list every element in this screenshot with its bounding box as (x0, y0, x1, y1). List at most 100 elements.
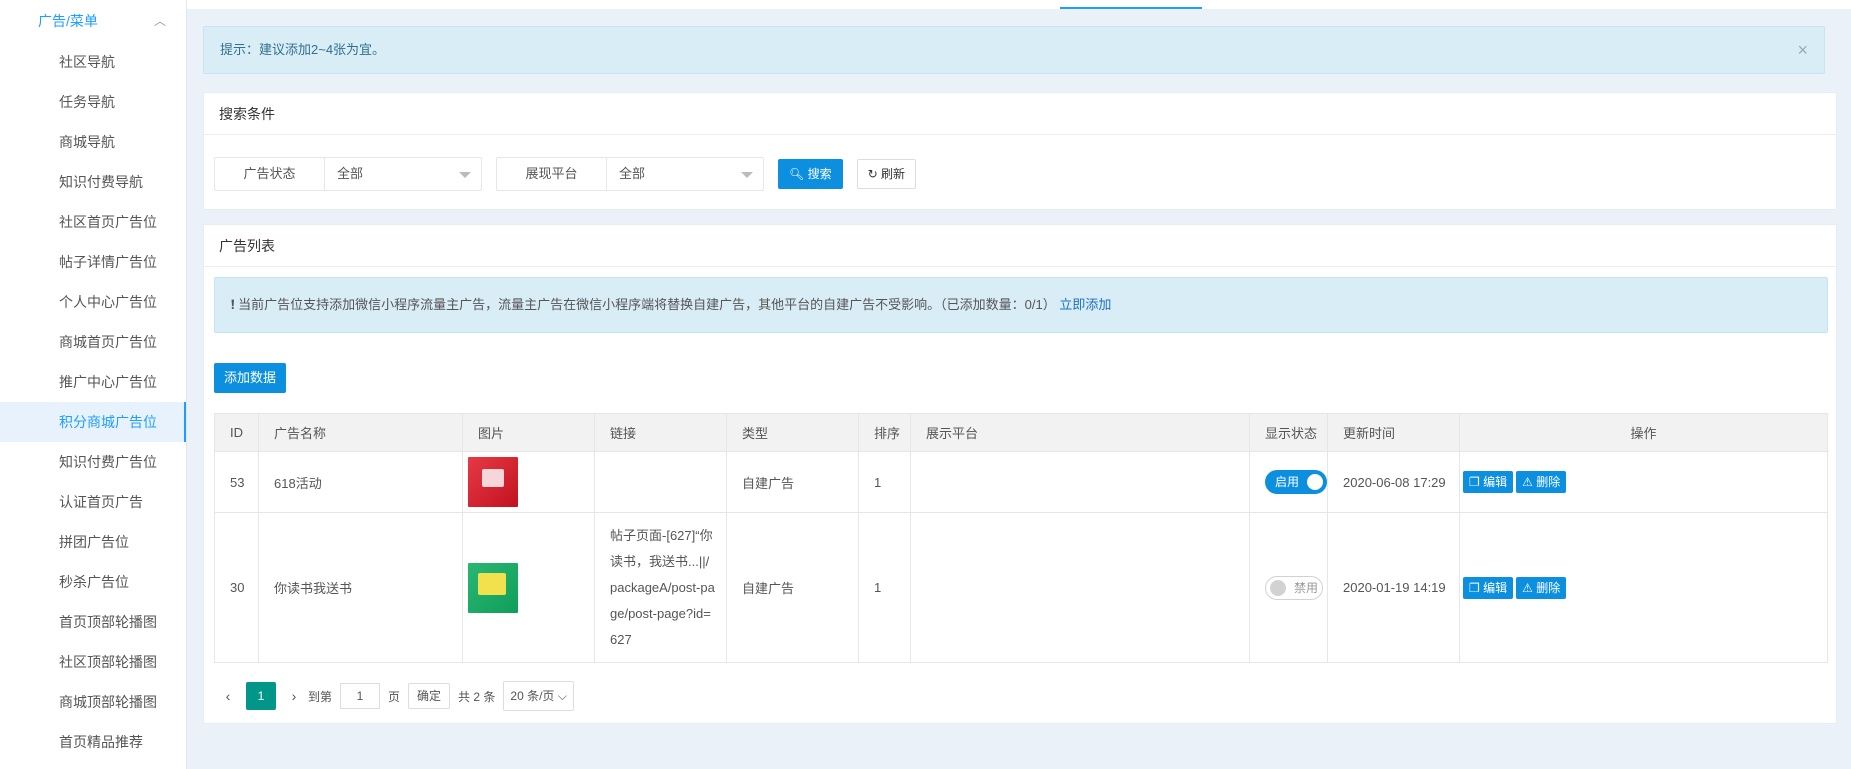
delete-button-label: 删除 (1536, 475, 1561, 489)
sidebar-item-home-carousel[interactable]: 首页顶部轮播图 (0, 602, 186, 642)
cell-platform (910, 512, 1250, 663)
cell-actions: ❐ 编辑 ⚠︎ 删除 (1459, 451, 1828, 513)
sidebar-item-mall-nav[interactable]: 商城导航 (0, 122, 186, 162)
goto-confirm-button[interactable]: 确定 (408, 683, 451, 709)
sidebar-item-personal-center-ad[interactable]: 个人中心广告位 (0, 282, 186, 322)
sidebar-item-community-nav[interactable]: 社区导航 (0, 42, 186, 82)
sidebar-group-ads-menu[interactable]: 广告/菜单 ︿ (0, 0, 186, 42)
sidebar-item-mall-home-ad[interactable]: 商城首页广告位 (0, 322, 186, 362)
copy-icon: ❐ (1469, 475, 1480, 489)
search-row: 广告状态 全部 展现平台 全部 🔍︎ 搜索 ↻ 刷新 (214, 157, 917, 193)
refresh-icon: ↻ (867, 167, 878, 181)
cell-status: 启用 (1249, 451, 1328, 513)
sidebar-item-mall-carousel[interactable]: 商城顶部轮播图 (0, 682, 186, 722)
cell-status: 禁用 (1249, 512, 1328, 663)
chevron-left-icon[interactable]: ‹ (214, 688, 242, 704)
edit-button-label: 编辑 (1483, 580, 1508, 595)
search-icon: 🔍︎ (789, 167, 805, 181)
status-toggle-label: 启用 (1275, 475, 1300, 489)
status-toggle[interactable]: 禁用 (1265, 575, 1323, 600)
cell-actions: ❐ 编辑 ⚠︎ 删除 (1459, 512, 1828, 663)
select-value: 全部 (619, 166, 646, 181)
ad-thumbnail[interactable] (468, 562, 518, 613)
col-id: ID (214, 413, 259, 452)
status-toggle[interactable]: 启用 (1265, 470, 1327, 494)
sidebar-item-flash-sale-ad[interactable]: 秒杀广告位 (0, 562, 186, 602)
caret-down-icon (741, 172, 753, 178)
sidebar-item-cert-home-ad[interactable]: 认证首页广告 (0, 482, 186, 522)
delete-button-label: 删除 (1536, 580, 1561, 595)
delete-button[interactable]: ⚠︎ 删除 (1516, 576, 1567, 599)
col-name: 广告名称 (258, 413, 463, 452)
add-data-button[interactable]: 添加数据 (214, 363, 287, 393)
page-current[interactable]: 1 (246, 682, 276, 710)
sidebar-item-community-carousel[interactable]: 社区顶部轮播图 (0, 642, 186, 682)
delete-button[interactable]: ⚠︎ 删除 (1516, 471, 1567, 493)
cell-type: 自建广告 (726, 451, 859, 513)
list-card: 广告列表 ❗︎ 当前广告位支持添加微信小程序流量主广告，流量主广告在微信小程序端… (203, 224, 1837, 724)
refresh-button[interactable]: ↻ 刷新 (856, 159, 917, 189)
cell-id: 30 (214, 512, 259, 663)
platform-select[interactable]: 全部 (607, 158, 763, 190)
toggle-knob (1270, 579, 1286, 596)
sidebar-item-knowledge-nav[interactable]: 知识付费导航 (0, 162, 186, 202)
main-content: 提示：建议添加2~4张为宜。 × 搜索条件 广告状态 全部 展现平台 全部 🔍︎… (187, 0, 1851, 769)
sidebar-item-task-nav[interactable]: 任务导航 (0, 82, 186, 122)
cell-name: 618活动 (258, 451, 463, 513)
edit-button-label: 编辑 (1483, 475, 1508, 489)
copy-icon: ❐ (1469, 580, 1480, 595)
add-now-link[interactable]: 立即添加 (1059, 297, 1111, 312)
cell-platform (910, 451, 1250, 513)
sidebar-item-knowledge-ad[interactable]: 知识付费广告位 (0, 442, 186, 482)
col-updated: 更新时间 (1327, 413, 1460, 452)
sidebar-item-home-featured[interactable]: 首页精品推荐 (0, 722, 186, 762)
filter-platform: 展现平台 全部 (496, 157, 764, 191)
filter-label: 展现平台 (497, 158, 607, 190)
page-size-select[interactable]: 20 条/页 ⌵ (503, 681, 574, 711)
filter-label: 广告状态 (215, 158, 325, 190)
col-type: 类型 (726, 413, 859, 452)
cell-sort: 1 (858, 512, 911, 663)
col-actions: 操作 (1459, 413, 1828, 452)
chevron-down-icon: ⌵ (557, 689, 567, 703)
close-icon[interactable]: × (1797, 27, 1808, 73)
search-button-label: 搜索 (807, 167, 832, 181)
sidebar-item-community-home-ad[interactable]: 社区首页广告位 (0, 202, 186, 242)
cell-name: 你读书我送书 (258, 512, 463, 663)
ad-status-select[interactable]: 全部 (325, 158, 481, 190)
tip-alert: 提示：建议添加2~4张为宜。 × (203, 26, 1825, 74)
cell-updated: 2020-06-08 17:29 (1327, 451, 1460, 513)
sidebar-item-group-buy-ad[interactable]: 拼团广告位 (0, 522, 186, 562)
edit-button[interactable]: ❐ 编辑 (1463, 576, 1514, 599)
chevron-right-icon[interactable]: › (280, 688, 308, 704)
search-card: 搜索条件 广告状态 全部 展现平台 全部 🔍︎ 搜索 ↻ 刷新 (203, 92, 1837, 210)
edit-button[interactable]: ❐ 编辑 (1463, 471, 1514, 493)
sidebar: 广告/菜单 ︿ 社区导航 任务导航 商城导航 知识付费导航 社区首页广告位 帖子… (0, 0, 187, 769)
sidebar-item-post-detail-ad[interactable]: 帖子详情广告位 (0, 242, 186, 282)
table-row: 30 你读书我送书 帖子页面-[627]“你读书，我送书...||/packag… (214, 512, 1828, 663)
col-image: 图片 (462, 413, 595, 452)
table-row: 53 618活动 自建广告 1 启用 2020-06-08 17:29 ❐ 编辑… (214, 451, 1828, 513)
cell-image (462, 512, 595, 663)
col-platform: 展示平台 (910, 413, 1250, 452)
refresh-button-label: 刷新 (881, 167, 906, 181)
page-size-value: 20 条/页 (510, 689, 555, 703)
pagination: ‹ 1 › 到第 1 页 确定 共 2 条 20 条/页 ⌵ (214, 677, 574, 715)
sidebar-item-points-mall-ad[interactable]: 积分商城广告位 (0, 402, 186, 442)
search-button[interactable]: 🔍︎ 搜索 (778, 159, 843, 189)
cell-id: 53 (214, 451, 259, 513)
sidebar-item-promo-center-ad[interactable]: 推广中心广告位 (0, 362, 186, 402)
warning-icon: ⚠︎ (1522, 475, 1533, 489)
ad-thumbnail[interactable] (468, 457, 518, 507)
col-sort: 排序 (858, 413, 911, 452)
status-toggle-label: 禁用 (1294, 580, 1319, 595)
goto-page-input[interactable]: 1 (340, 683, 381, 709)
notice-text: 当前广告位支持添加微信小程序流量主广告，流量主广告在微信小程序端将替换自建广告，… (238, 297, 1056, 312)
search-card-title: 搜索条件 (204, 93, 1836, 135)
exclamation-icon: ❗︎ (231, 297, 235, 312)
col-status: 显示状态 (1249, 413, 1328, 452)
top-tab-strip (187, 0, 1851, 9)
goto-label: 到第 (308, 689, 333, 704)
chevron-up-icon: ︿ (153, 14, 166, 28)
list-card-title: 广告列表 (204, 225, 1836, 267)
